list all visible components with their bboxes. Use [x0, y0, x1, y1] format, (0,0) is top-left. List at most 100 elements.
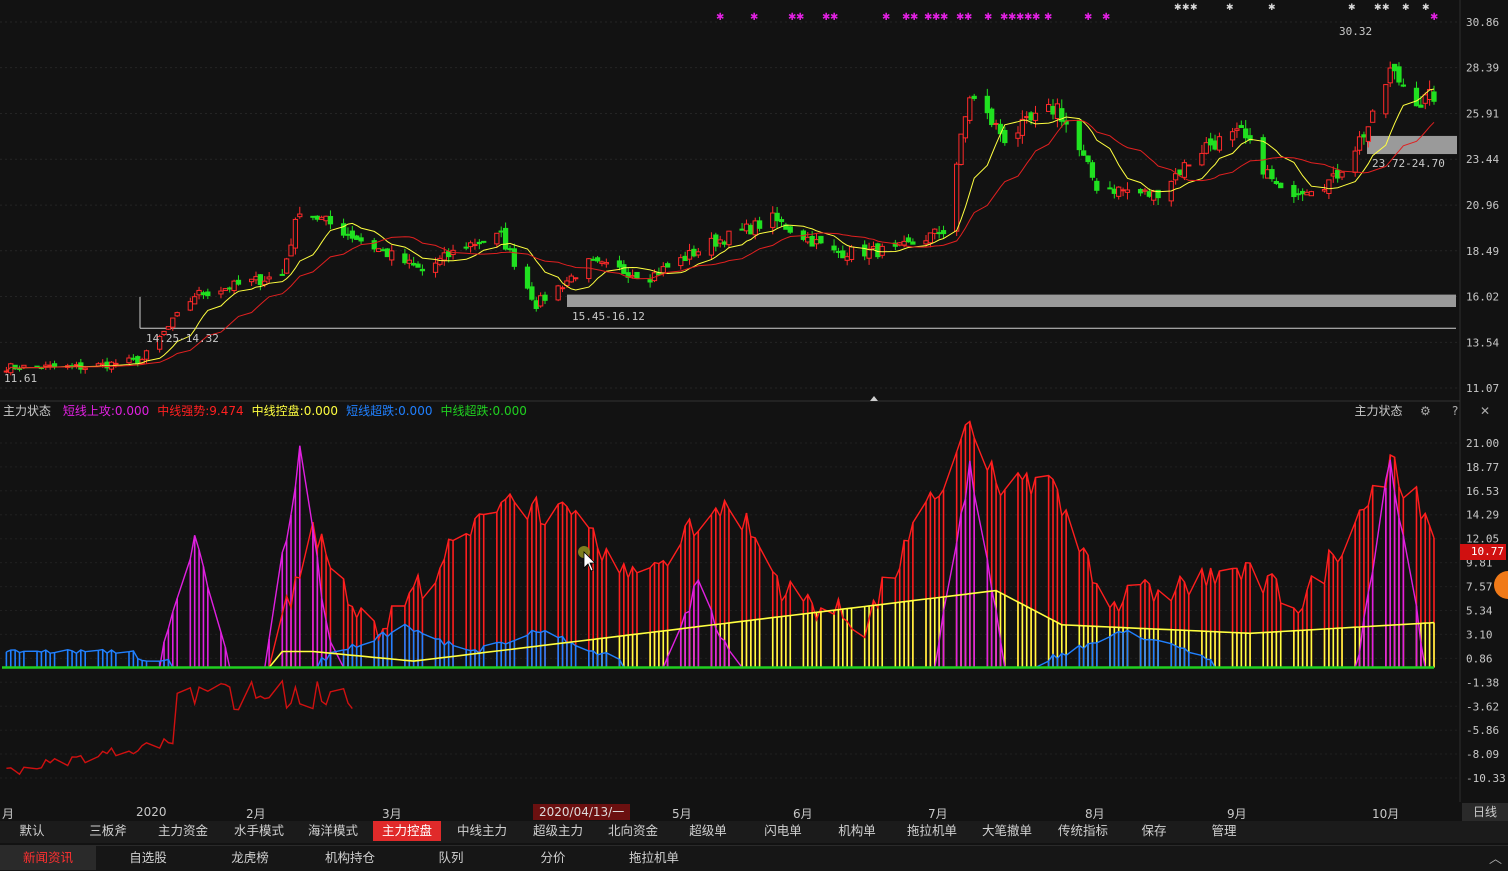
candle-body [1396, 66, 1402, 83]
candle-body [1181, 162, 1188, 178]
indicator-right-title: 主力状态 [1354, 404, 1403, 418]
candle-body [1418, 104, 1424, 108]
bottom-tab-1[interactable]: 自选股 [100, 846, 196, 870]
candle-body [1264, 169, 1271, 179]
tab-3[interactable]: 水手模式 [226, 821, 292, 841]
candle-body [1032, 112, 1039, 121]
candle-body [358, 237, 364, 242]
candle-body [511, 248, 517, 267]
candle-body [1212, 140, 1218, 150]
candle-body [1422, 94, 1428, 104]
candle-body [196, 289, 202, 296]
candle-body [1361, 134, 1367, 138]
tab-9[interactable]: 超级单 [676, 821, 740, 841]
signal-star-white: ✱ [1226, 3, 1234, 13]
candle-body [831, 245, 837, 251]
candle-body [923, 240, 929, 245]
bottom-tab-5[interactable]: 分价 [502, 846, 604, 870]
candle-body [678, 257, 684, 267]
bottom-tab-6[interactable]: 拖拉机单 [604, 846, 704, 870]
candle-body [1278, 182, 1284, 189]
signal-star: ✱ [882, 12, 890, 23]
candle-body [756, 220, 763, 229]
tab-4[interactable]: 海洋模式 [300, 821, 366, 841]
indicator-y-tick: -5.86 [1466, 724, 1499, 737]
tab-15[interactable]: 保存 [1126, 821, 1182, 841]
momentum-line [6, 679, 353, 776]
x-tick: 10月 [1372, 807, 1400, 821]
candle-body [47, 364, 53, 367]
candle-body [1050, 106, 1056, 115]
tab-7[interactable]: 超级主力 [524, 821, 592, 841]
tab-16[interactable]: 管理 [1196, 821, 1252, 841]
signal-star: ✱ [830, 12, 838, 23]
candle-body [257, 274, 264, 286]
tab-13[interactable]: 大笔撤单 [974, 821, 1040, 841]
x-tick: 8月 [1085, 807, 1105, 821]
tab-6[interactable]: 中线主力 [448, 821, 516, 841]
gear-icon[interactable]: ⚙ [1418, 402, 1432, 420]
x-tick: 5月 [672, 807, 692, 821]
candle-body [1094, 180, 1100, 191]
stock-chart[interactable]: ✱ ✱ ✱ ✱ ✱ ✱ ✱ ✱ ✱ ✱ ✱ ✱ ✱ ✱ ✱ ✱ ✱ ✱ ✱ ✱ ✱ ✱ ✱✱ ✱ ✱ ✱ ✱ ✱ ✱ ✱ ✱ ✱✱ 11.61… [0, 0, 1508, 870]
candle-body [51, 363, 58, 368]
candle-body [993, 122, 999, 125]
signal-stars: ✱ ✱ ✱ ✱ ✱ ✱ ✱ ✱ ✱ ✱ ✱ ✱ ✱ ✱ ✱ ✱ ✱ ✱ ✱ ✱ ✱ ✱ ✱✱ ✱ ✱ ✱ ✱ ✱ ✱ ✱ ✱ ✱✱ [716, 3, 1438, 23]
candle-body [542, 294, 548, 301]
candle-body [1234, 128, 1240, 131]
price-y-tick: 30.86 [1466, 16, 1499, 29]
candle-body [248, 278, 255, 283]
x-tick: 9月 [1227, 807, 1247, 821]
candle-body [192, 296, 198, 305]
candle-body [1413, 87, 1420, 107]
tab-0[interactable]: 默认 [4, 821, 60, 841]
candle-body [1208, 138, 1214, 146]
candle-body [752, 220, 758, 236]
candle-body [1400, 84, 1406, 87]
price-y-tick: 23.44 [1466, 153, 1499, 166]
candle-body [310, 215, 316, 218]
candle-body [1299, 190, 1306, 195]
candle-body [406, 259, 412, 264]
tab-8[interactable]: 北向资金 [600, 821, 666, 841]
candle-body [910, 241, 916, 245]
indicator-y-tick: 21.00 [1466, 437, 1499, 450]
bottom-tab-2[interactable]: 龙虎榜 [200, 846, 300, 870]
signal-star: ✱ [964, 12, 972, 23]
signal-star-white: ✱ [1402, 3, 1410, 13]
panel-resize-handle[interactable] [870, 396, 878, 401]
collapse-chevron-icon[interactable]: ︿ [1489, 848, 1502, 867]
bottom-tabs: ︿ 新闻资讯 自选股 龙虎榜 机构持仓 队列 分价 拖拉机单 [0, 845, 1508, 871]
candle-body [1137, 188, 1144, 194]
tab-2[interactable]: 主力资金 [150, 821, 216, 841]
candle-body [292, 218, 299, 249]
candle-body [813, 239, 820, 245]
tab-1[interactable]: 三板斧 [80, 821, 136, 841]
tab-10[interactable]: 闪电单 [752, 821, 814, 841]
tab-12[interactable]: 拖拉机单 [900, 821, 964, 841]
candle-body [354, 235, 360, 240]
candle-body [835, 250, 842, 253]
candle-body [770, 212, 776, 228]
candle-body [870, 246, 877, 249]
candle-body [1321, 189, 1328, 192]
period-button[interactable]: 日线 [1462, 803, 1508, 821]
bottom-tab-4[interactable]: 队列 [400, 846, 502, 870]
candle-body [266, 276, 272, 280]
candle-body [936, 232, 942, 235]
indicator-value-2: 中线控盘:0.000 [251, 404, 339, 418]
close-icon[interactable]: ✕ [1478, 402, 1492, 420]
candle-body [441, 252, 447, 261]
candle-body [905, 237, 912, 243]
signal-star: ✱ [1032, 12, 1040, 23]
tab-11[interactable]: 机构单 [826, 821, 888, 841]
candle-body [573, 277, 579, 280]
bottom-tab-3[interactable]: 机构持仓 [300, 846, 400, 870]
signal-star: ✱ [984, 12, 992, 23]
help-icon[interactable]: ? [1448, 402, 1462, 420]
candle-body [205, 291, 211, 297]
bottom-tab-0[interactable]: 新闻资讯 [0, 846, 96, 870]
tab-5[interactable]: 主力控盘 [373, 821, 441, 841]
candle-body [200, 292, 207, 296]
tab-14[interactable]: 传统指标 [1050, 821, 1116, 841]
